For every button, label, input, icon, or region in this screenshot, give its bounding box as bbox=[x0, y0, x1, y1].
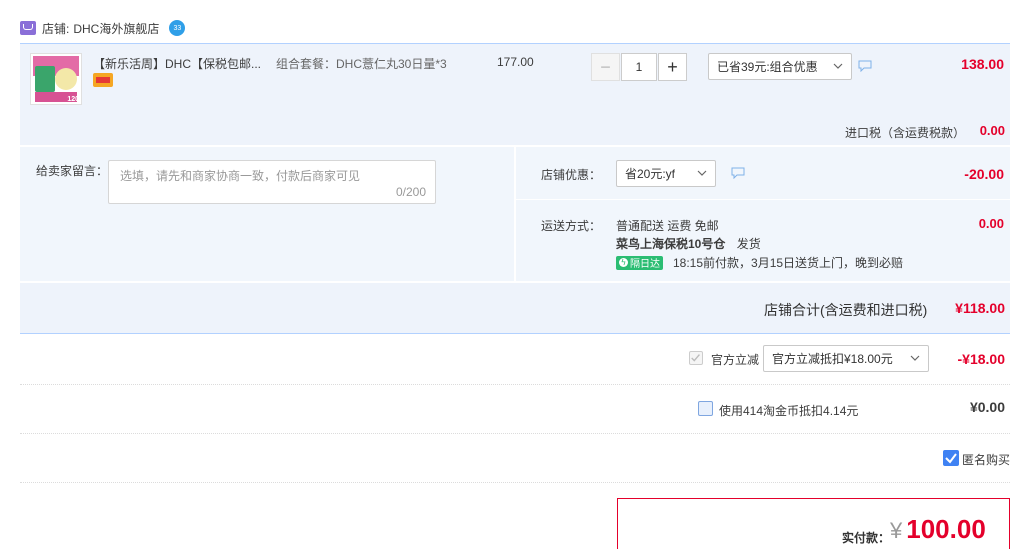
product-image[interactable]: 120 bbox=[30, 53, 82, 105]
shop-name-link[interactable]: DHC海外旗舰店 bbox=[73, 20, 159, 37]
check-icon bbox=[691, 354, 700, 362]
increase-button[interactable]: + bbox=[658, 53, 687, 81]
delivery-promise-text: 18:15前付款，3月15日送货上门，晚到必赔 bbox=[673, 256, 904, 270]
item-discount-select[interactable]: 已省39元:组合优惠 bbox=[708, 53, 852, 80]
store-total-value: ¥118.00 bbox=[955, 300, 1005, 316]
ship-text: 发货 bbox=[736, 237, 761, 251]
official-discount-checkbox[interactable] bbox=[689, 351, 703, 365]
shop-discount-label: 店铺优惠： bbox=[541, 168, 602, 182]
message-counter: 0/200 bbox=[395, 185, 426, 199]
product-image-badge: 120 bbox=[67, 96, 79, 103]
quantity-input[interactable]: 1 bbox=[621, 53, 657, 81]
payment-amount: ¥ 100.00 bbox=[890, 514, 986, 545]
decrease-button[interactable]: − bbox=[591, 53, 620, 81]
official-discount-select[interactable]: 官方立减抵扣¥18.00元 bbox=[763, 345, 929, 372]
import-tax-label: 进口税（含运费税款） bbox=[845, 126, 966, 140]
payment-currency: ¥ bbox=[890, 518, 903, 543]
message-label: 给卖家留言： bbox=[36, 164, 109, 178]
official-discount-value: -¥18.00 bbox=[957, 351, 1005, 367]
shop-discount-select-value: 省20元:yf bbox=[625, 167, 676, 181]
shipping-method: 普通配送 运费 免邮 bbox=[616, 219, 719, 233]
payment-label: 实付款： bbox=[842, 531, 891, 545]
shipping-value: 0.00 bbox=[978, 216, 1004, 231]
coins-checkbox[interactable] bbox=[698, 401, 713, 416]
shop-discount-select[interactable]: 省20元:yf bbox=[616, 160, 716, 187]
shop-icon bbox=[20, 21, 36, 35]
divider bbox=[20, 384, 1010, 385]
combo-text: 组合套餐：DHC薏仁丸30日量*3 bbox=[276, 57, 447, 71]
store-total-label: 店铺合计(含运费和进口税) bbox=[764, 302, 928, 318]
card-icon bbox=[93, 73, 113, 87]
next-day-tag-label: 隔日达 bbox=[630, 259, 660, 270]
message-bubble-icon[interactable] bbox=[731, 167, 745, 179]
wangwang-chat-icon[interactable]: 33 bbox=[169, 20, 186, 36]
official-discount-label: 官方立减 bbox=[711, 353, 760, 367]
divider bbox=[20, 482, 1010, 483]
divider bbox=[20, 433, 1010, 434]
anonymous-checkbox[interactable] bbox=[943, 450, 959, 466]
payment-value: 100.00 bbox=[906, 514, 986, 544]
lightning-icon: ϟ bbox=[619, 258, 628, 267]
chevron-down-icon bbox=[697, 170, 707, 176]
shop-discount-value: -20.00 bbox=[964, 166, 1004, 182]
message-placeholder: 选填，请先和商家协商一致，付款后商家可见 bbox=[120, 169, 361, 183]
official-discount-select-value: 官方立减抵扣¥18.00元 bbox=[772, 352, 893, 366]
shop-header: 店铺: DHC海外旗舰店 33 bbox=[20, 18, 186, 38]
chevron-down-icon bbox=[910, 355, 920, 361]
quantity-stepper: − 1 + bbox=[591, 53, 687, 81]
coins-value: ¥0.00 bbox=[969, 399, 1005, 415]
warehouse-name: 菜鸟上海保税10号仓 bbox=[616, 237, 726, 251]
message-input[interactable]: 选填，请先和商家协商一致，付款后商家可见 0/200 bbox=[108, 160, 436, 204]
item-subtotal: 138.00 bbox=[961, 56, 1004, 72]
check-icon bbox=[945, 453, 957, 464]
coins-label: 使用414淘金币抵扣4.14元 bbox=[719, 404, 859, 418]
product-title-link[interactable]: 【新乐活周】DHC【保税包邮... bbox=[93, 55, 268, 72]
next-day-tag: ϟ 隔日达 bbox=[616, 255, 663, 270]
import-tax-value: 0.00 bbox=[979, 123, 1005, 138]
item-discount-select-value: 已省39元:组合优惠 bbox=[717, 60, 818, 74]
delivery-promise: ϟ 隔日达 18:15前付款，3月15日送货上门，晚到必赔 bbox=[616, 254, 903, 271]
chevron-down-icon bbox=[833, 63, 843, 69]
shop-label: 店铺: bbox=[42, 21, 70, 36]
shipping-label: 运送方式： bbox=[541, 219, 602, 233]
unit-price: 177.00 bbox=[497, 55, 534, 69]
anonymous-label: 匿名购买 bbox=[962, 453, 1011, 467]
shipping-origin: 菜鸟上海保税10号仓 发货 bbox=[616, 235, 761, 252]
message-bubble-icon[interactable] bbox=[858, 60, 872, 72]
